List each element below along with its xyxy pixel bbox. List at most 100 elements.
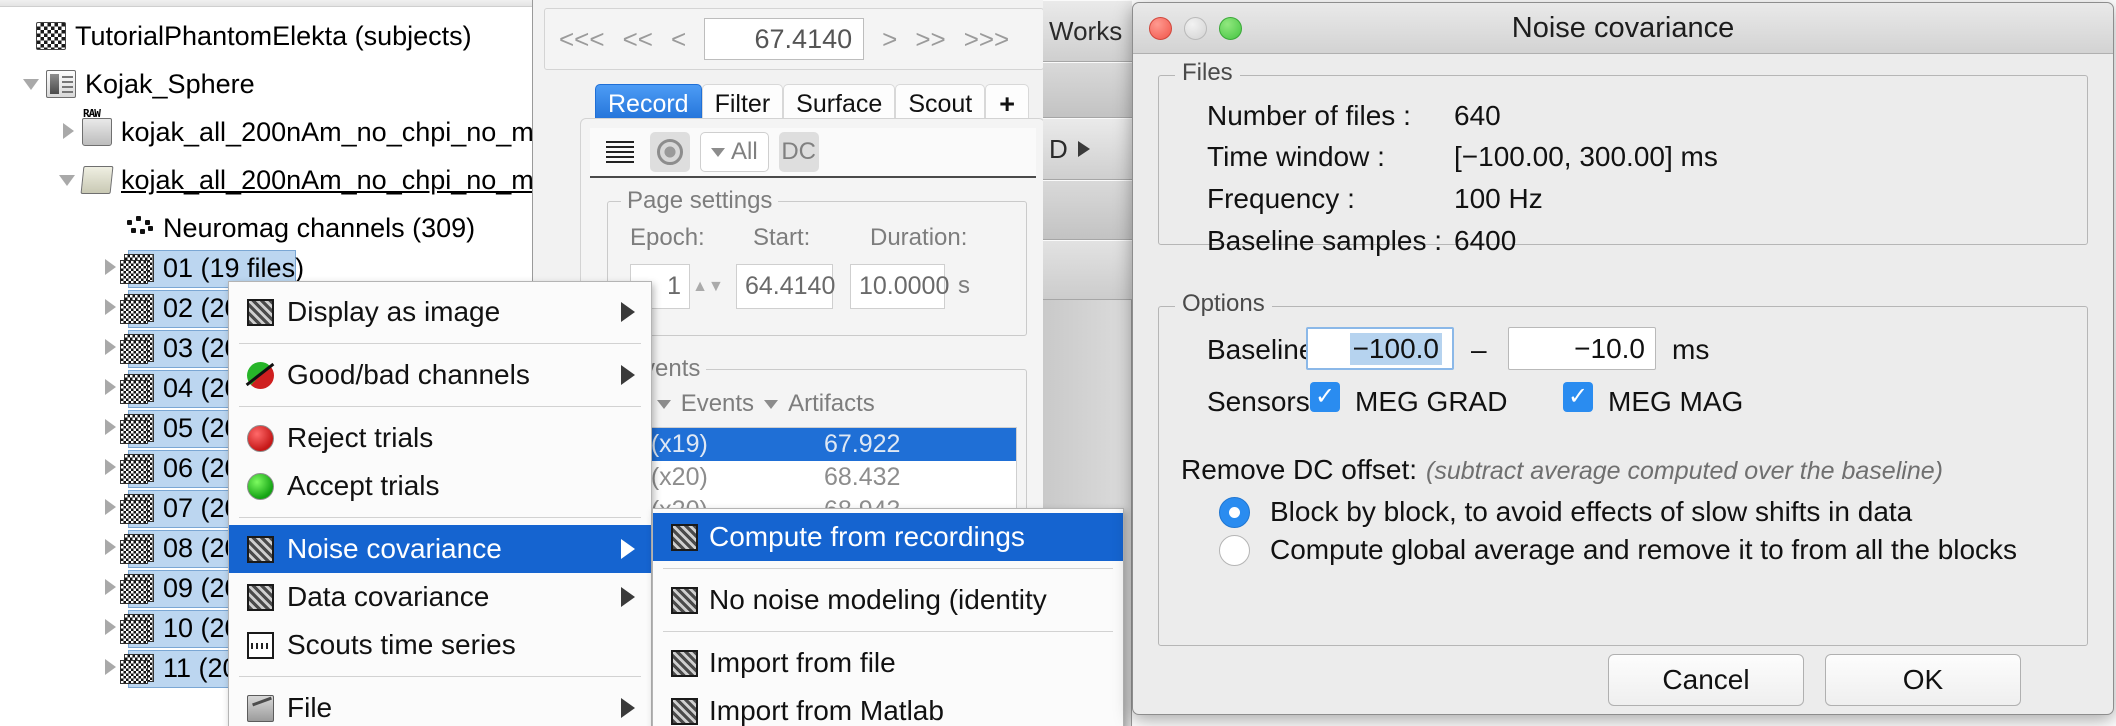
expander-icon[interactable] bbox=[20, 71, 46, 97]
gear-icon[interactable] bbox=[650, 132, 690, 172]
chevron-right-icon bbox=[1078, 141, 1090, 157]
frequency-label: Frequency : bbox=[1207, 183, 1355, 215]
dc-button[interactable]: DC bbox=[779, 132, 819, 172]
tree-item-subject[interactable]: Kojak_Sphere bbox=[20, 64, 255, 104]
close-icon[interactable] bbox=[1149, 17, 1172, 40]
maximize-icon[interactable] bbox=[1219, 17, 1242, 40]
nav-first-button[interactable]: <<< bbox=[559, 24, 605, 55]
chevron-right-icon bbox=[621, 587, 635, 607]
minimize-icon[interactable] bbox=[1184, 17, 1207, 40]
current-time-input[interactable]: 67.4140 bbox=[704, 18, 864, 60]
expander-icon[interactable] bbox=[56, 167, 82, 193]
image-icon bbox=[247, 299, 274, 326]
context-menu-item[interactable]: Display as image bbox=[229, 288, 651, 336]
expander-icon[interactable] bbox=[56, 119, 82, 145]
duration-input[interactable]: 10.0000 bbox=[850, 264, 945, 309]
context-menu-item[interactable]: Scouts time series bbox=[229, 621, 651, 669]
chevron-right-icon bbox=[621, 539, 635, 559]
tree-item-raw-link[interactable]: kojak_all_200nAm_no_chpi_no_ms_1 bbox=[56, 112, 533, 152]
page-settings-title: Page settings bbox=[621, 187, 778, 215]
nav-next-button[interactable]: > bbox=[882, 24, 897, 55]
nav-last-button[interactable]: >>> bbox=[964, 24, 1010, 55]
time-window-label: Time window : bbox=[1207, 141, 1385, 173]
tree-item-protocol[interactable]: TutorialPhantomElekta (subjects) bbox=[10, 16, 472, 56]
image-icon bbox=[247, 536, 274, 563]
epoch-stepper[interactable]: ▲▼ bbox=[694, 264, 722, 310]
montage-all-dropdown[interactable]: All bbox=[700, 132, 769, 172]
dc-option-global-label: Compute global average and remove it to … bbox=[1270, 534, 2017, 566]
number-of-files-value: 640 bbox=[1454, 100, 1501, 132]
context-menu-item[interactable]: File bbox=[229, 684, 651, 726]
menu-item-label: Accept trials bbox=[287, 470, 440, 502]
context-menu-item[interactable]: Good/bad channels bbox=[229, 351, 651, 399]
image-icon bbox=[671, 524, 698, 551]
context-menu-item[interactable]: Reject trials bbox=[229, 414, 651, 462]
ok-button[interactable]: OK bbox=[1825, 654, 2021, 706]
tree-item-label: 01 (19 files) bbox=[163, 253, 304, 284]
expander-icon bbox=[98, 215, 124, 241]
channels-icon bbox=[124, 214, 154, 242]
nav-next-page-button[interactable]: >> bbox=[915, 24, 945, 55]
dock-tab-display[interactable]: D bbox=[1043, 118, 1132, 180]
dc-option-global-radio[interactable] bbox=[1219, 535, 1250, 566]
events-col-events: Events bbox=[681, 390, 754, 418]
submenu-item[interactable]: No noise modeling (identity bbox=[653, 576, 1123, 624]
menu-item-label: No noise modeling (identity bbox=[709, 584, 1047, 616]
cancel-button[interactable]: Cancel bbox=[1608, 654, 1804, 706]
tree-item-channels[interactable]: Neuromag channels (309) bbox=[98, 208, 475, 248]
tree-item-condition-folder[interactable]: kojak_all_200nAm_no_chpi_no_ms_1 bbox=[56, 160, 533, 200]
event-row[interactable]: 2 (x20)68.432 bbox=[618, 461, 1016, 494]
image-icon bbox=[671, 587, 698, 614]
remove-dc-hint: (subtract average computed over the base… bbox=[1426, 457, 1943, 486]
nav-prev-page-button[interactable]: << bbox=[623, 24, 653, 55]
trial-group-icon bbox=[124, 254, 154, 282]
event-time: 67.922 bbox=[814, 430, 900, 459]
dock-tab-workspace[interactable]: Works bbox=[1043, 0, 1132, 62]
context-menu-item[interactable]: Noise covariance bbox=[229, 525, 651, 573]
context-menu-item[interactable]: Accept trials bbox=[229, 462, 651, 510]
menu-separator bbox=[239, 406, 641, 407]
meg-grad-checkbox[interactable]: ✓ bbox=[1310, 382, 1340, 412]
dc-option-block-radio[interactable] bbox=[1219, 497, 1250, 528]
waves-icon[interactable] bbox=[600, 132, 640, 172]
submenu-item[interactable]: Import from Matlab bbox=[653, 687, 1123, 726]
noise-covariance-submenu[interactable]: Compute from recordings No noise modeling… bbox=[652, 508, 1124, 726]
meg-mag-checkbox[interactable]: ✓ bbox=[1563, 382, 1593, 412]
good-bad-icon bbox=[247, 362, 274, 389]
submenu-item[interactable]: Import from file bbox=[653, 639, 1123, 687]
trial-group-icon bbox=[124, 334, 154, 362]
trial-group-icon bbox=[124, 534, 154, 562]
trial-group-icon bbox=[124, 654, 154, 682]
menu-item-label: Noise covariance bbox=[287, 533, 502, 565]
red-dot-icon bbox=[247, 425, 274, 452]
submenu-item[interactable]: Compute from recordings bbox=[653, 513, 1123, 561]
event-row[interactable]: 1 (x19)67.922 bbox=[618, 428, 1016, 461]
trial-group-icon bbox=[124, 494, 154, 522]
tree-item-label: kojak_all_200nAm_no_chpi_no_ms_1 bbox=[121, 165, 533, 196]
dialog-title: Noise covariance bbox=[1133, 12, 2113, 45]
baseline-to-input[interactable]: −10.0 bbox=[1508, 327, 1656, 370]
nav-prev-button[interactable]: < bbox=[671, 24, 686, 55]
event-time: 68.432 bbox=[814, 463, 900, 492]
dock-divider-2 bbox=[1043, 180, 1132, 240]
baseline-samples-label: Baseline samples : bbox=[1207, 225, 1442, 257]
raw-folder-icon bbox=[82, 118, 112, 146]
files-group-title: Files bbox=[1175, 59, 1240, 87]
meg-grad-label: MEG GRAD bbox=[1355, 386, 1507, 418]
chevron-right-icon bbox=[621, 365, 635, 385]
dock-divider-3 bbox=[1043, 240, 1132, 300]
context-menu-item[interactable]: Data covariance bbox=[229, 573, 651, 621]
tree-item-label: kojak_all_200nAm_no_chpi_no_ms_1 bbox=[121, 117, 533, 148]
context-menu[interactable]: Display as image Good/bad channels Reject … bbox=[228, 281, 652, 726]
chevron-down-icon bbox=[764, 400, 778, 409]
subject-icon bbox=[46, 70, 76, 98]
start-input[interactable]: 64.4140 bbox=[736, 264, 833, 309]
baseline-from-input[interactable]: −100.0 bbox=[1306, 327, 1454, 370]
dock-tab-display-label: D bbox=[1049, 134, 1068, 165]
events-column-headers: le Events Artifacts bbox=[628, 390, 875, 418]
menu-item-label: Import from Matlab bbox=[709, 695, 944, 726]
baseline-range-dash: – bbox=[1471, 334, 1487, 366]
duration-unit: s bbox=[958, 272, 970, 300]
trial-group-icon bbox=[124, 574, 154, 602]
chevron-right-icon bbox=[621, 302, 635, 322]
